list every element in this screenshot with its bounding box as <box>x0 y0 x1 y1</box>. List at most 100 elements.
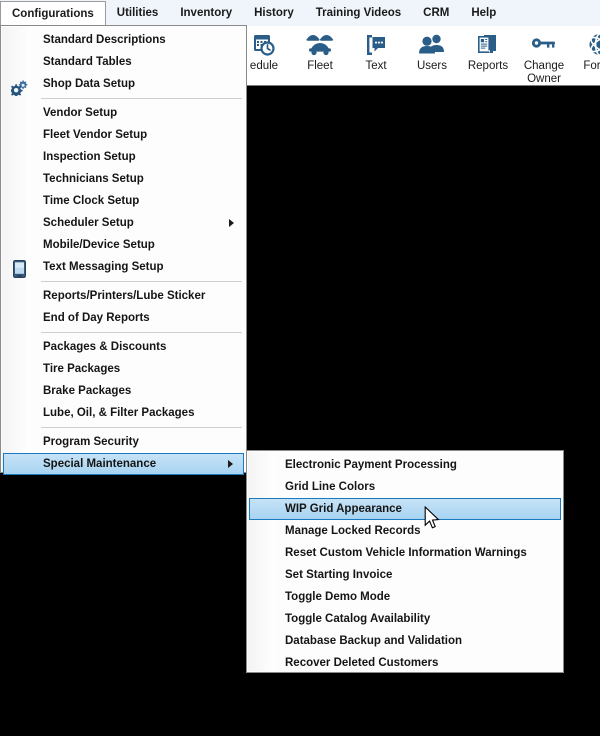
toolbar-button-text[interactable]: Text <box>348 26 404 85</box>
menu-tab-configurations[interactable]: Configurations <box>0 1 106 26</box>
menu-item-label: Packages & Discounts <box>43 341 167 353</box>
menu-item-label: Inspection Setup <box>43 151 136 163</box>
menu-item-label: Reports/Printers/Lube Sticker <box>43 290 206 302</box>
toolbar-button-users[interactable]: Users <box>404 26 460 85</box>
menu-tab-label: Inventory <box>180 7 233 19</box>
menu-separator <box>1 424 246 431</box>
menu-item-label: Special Maintenance <box>43 458 157 470</box>
users-icon <box>418 30 446 60</box>
reports-documents-icon <box>475 30 501 60</box>
submenu-item-set-starting-invoice[interactable]: Set Starting Invoice <box>249 564 561 586</box>
submenu-item-toggle-demo-mode[interactable]: Toggle Demo Mode <box>249 586 561 608</box>
submenu-item-label: Set Starting Invoice <box>285 569 393 581</box>
submenu-item-label: Recover Deleted Customers <box>285 657 439 669</box>
menu-item-label: Time Clock Setup <box>43 195 140 207</box>
application-window: Configurations Utilities Inventory Histo… <box>0 0 600 736</box>
mobile-phone-icon <box>13 260 26 283</box>
fleet-cars-icon <box>305 30 335 60</box>
menu-item-brake-packages[interactable]: Brake Packages <box>3 380 244 402</box>
menu-tab-label: History <box>254 7 294 19</box>
menu-separator <box>1 329 246 336</box>
submenu-item-label: WIP Grid Appearance <box>285 503 402 515</box>
calendar-clock-icon <box>251 30 277 60</box>
key-icon <box>530 30 558 60</box>
toolbar-button-reports[interactable]: Reports <box>460 26 516 85</box>
submenu-item-label: Electronic Payment Processing <box>285 459 457 471</box>
submenu-item-label: Grid Line Colors <box>285 481 376 493</box>
menu-item-tire-packages[interactable]: Tire Packages <box>3 358 244 380</box>
toolbar-label: Text <box>365 60 387 72</box>
toolbar-button-fleet[interactable]: Fleet <box>292 26 348 85</box>
submenu-item-grid-line-colors[interactable]: Grid Line Colors <box>249 476 561 498</box>
menu-item-reports-printers-lube-sticker[interactable]: Reports/Printers/Lube Sticker <box>3 285 244 307</box>
menu-item-shop-data-setup[interactable]: Shop Data Setup <box>3 73 244 95</box>
submenu-item-reset-custom-vehicle-information-warnings[interactable]: Reset Custom Vehicle Information Warning… <box>249 542 561 564</box>
menu-item-time-clock-setup[interactable]: Time Clock Setup <box>3 190 244 212</box>
submenu-item-label: Database Backup and Validation <box>285 635 463 647</box>
menu-item-label: Standard Tables <box>43 56 132 68</box>
menu-item-end-of-day-reports[interactable]: End of Day Reports <box>3 307 244 329</box>
menu-item-inspection-setup[interactable]: Inspection Setup <box>3 146 244 168</box>
menu-item-special-maintenance[interactable]: Special Maintenance <box>3 453 244 475</box>
menu-item-mobile-device-setup[interactable]: Mobile/Device Setup <box>3 234 244 256</box>
toolbar-label: edule <box>249 60 279 72</box>
menu-item-lube-oil-filter-packages[interactable]: Lube, Oil, & Filter Packages <box>3 402 244 424</box>
menu-tab-label: Utilities <box>116 7 159 19</box>
toolbar-button-change-owner[interactable]: Change Owner <box>516 26 572 85</box>
menu-item-label: Tire Packages <box>43 363 121 375</box>
menu-item-fleet-vendor-setup[interactable]: Fleet Vendor Setup <box>3 124 244 146</box>
menu-tab-history[interactable]: History <box>243 1 305 26</box>
menu-item-label: Lube, Oil, & Filter Packages <box>43 407 195 419</box>
menu-separator <box>1 95 246 102</box>
submenu-item-label: Toggle Demo Mode <box>285 591 391 603</box>
menu-tab-inventory[interactable]: Inventory <box>169 1 243 26</box>
toolbar-label: Users <box>416 60 448 72</box>
submenu-item-manage-locked-records[interactable]: Manage Locked Records <box>249 520 561 542</box>
menu-item-standard-descriptions[interactable]: Standard Descriptions <box>3 29 244 51</box>
menu-item-label: Scheduler Setup <box>43 217 134 229</box>
toolbar-button-forum[interactable]: Forum <box>572 26 600 85</box>
menu-tab-label: Training Videos <box>315 7 402 19</box>
toolbar-button-group: edule Fleet Text Users Reports Change Ow… <box>236 26 600 85</box>
submenu-item-recover-deleted-customers[interactable]: Recover Deleted Customers <box>249 652 561 674</box>
menu-bar: Configurations Utilities Inventory Histo… <box>0 0 600 26</box>
configurations-dropdown-menu: Standard Descriptions Standard Tables Sh… <box>0 25 247 475</box>
toolbar-label: Fleet <box>307 60 333 72</box>
submenu-item-toggle-catalog-availability[interactable]: Toggle Catalog Availability <box>249 608 561 630</box>
menu-item-standard-tables[interactable]: Standard Tables <box>3 51 244 73</box>
menu-tab-utilities[interactable]: Utilities <box>106 1 170 26</box>
menu-item-label: Text Messaging Setup <box>43 261 164 273</box>
gears-icon <box>9 80 28 101</box>
menu-tab-label: Configurations <box>12 8 94 20</box>
menu-item-vendor-setup[interactable]: Vendor Setup <box>3 102 244 124</box>
submenu-arrow-icon <box>228 460 233 468</box>
menu-item-label: Shop Data Setup <box>43 78 136 90</box>
toolbar-label: Reports <box>467 60 509 72</box>
submenu-item-electronic-payment-processing[interactable]: Electronic Payment Processing <box>249 454 561 476</box>
globe-forum-icon <box>586 30 600 60</box>
menu-item-label: Program Security <box>43 436 139 448</box>
submenu-item-label: Toggle Catalog Availability <box>285 613 431 625</box>
submenu-arrow-icon <box>229 219 234 227</box>
special-maintenance-submenu: Electronic Payment Processing Grid Line … <box>246 450 564 673</box>
toolbar-label-line1: Change <box>523 60 565 72</box>
menu-item-label: Mobile/Device Setup <box>43 239 155 251</box>
menu-item-scheduler-setup[interactable]: Scheduler Setup <box>3 212 244 234</box>
menu-item-label: Technicians Setup <box>43 173 144 185</box>
menu-tab-help[interactable]: Help <box>460 1 507 26</box>
menu-item-technicians-setup[interactable]: Technicians Setup <box>3 168 244 190</box>
menu-tab-training-videos[interactable]: Training Videos <box>305 1 412 26</box>
menu-tab-crm[interactable]: CRM <box>412 1 460 26</box>
submenu-item-database-backup-and-validation[interactable]: Database Backup and Validation <box>249 630 561 652</box>
menu-item-label: Fleet Vendor Setup <box>43 129 148 141</box>
menu-item-program-security[interactable]: Program Security <box>3 431 244 453</box>
menu-item-text-messaging-setup[interactable]: Text Messaging Setup <box>3 256 244 278</box>
menu-item-label: Brake Packages <box>43 385 132 397</box>
text-message-icon <box>363 30 389 60</box>
toolbar-label: Forum <box>583 60 600 72</box>
submenu-item-label: Reset Custom Vehicle Information Warning… <box>285 547 527 559</box>
submenu-item-wip-grid-appearance[interactable]: WIP Grid Appearance <box>249 498 561 520</box>
menu-item-label: Vendor Setup <box>43 107 118 119</box>
menu-separator <box>1 278 246 285</box>
menu-item-packages-and-discounts[interactable]: Packages & Discounts <box>3 336 244 358</box>
